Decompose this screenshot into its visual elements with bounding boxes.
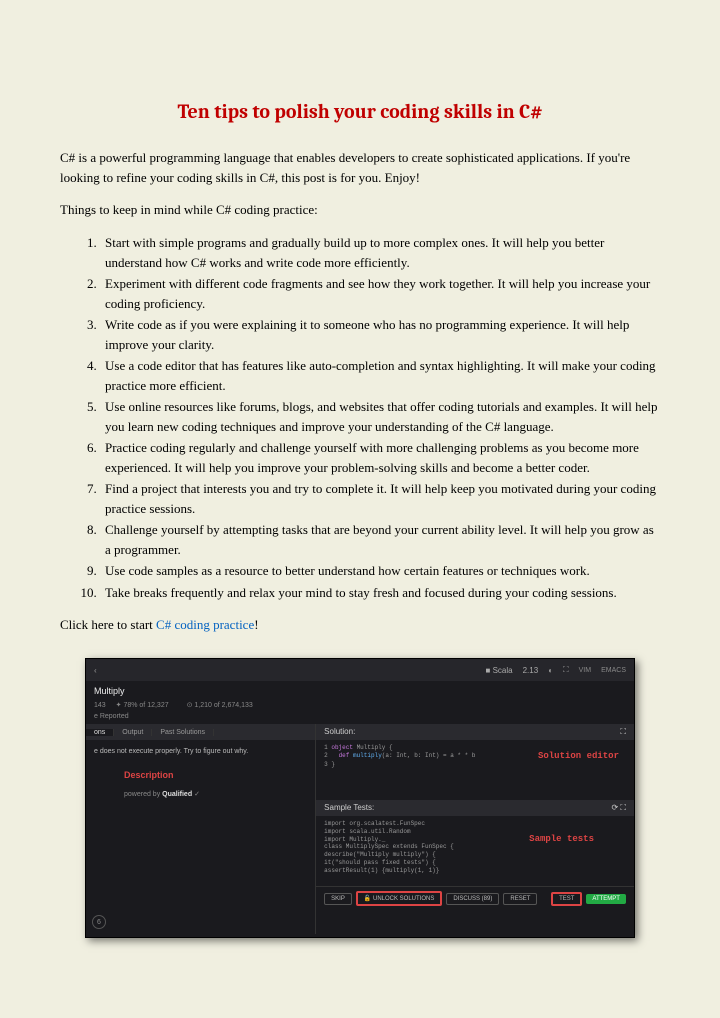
tip-item: Use online resources like forums, blogs,… — [100, 397, 660, 436]
tip-item: Take breaks frequently and relax your mi… — [100, 583, 660, 603]
percent-stat: ✦ 78% of 12,327 — [116, 702, 177, 709]
completions-stat: ⊙ 1,210 of 2,674,133 — [187, 702, 261, 709]
tab-output: Output — [114, 729, 152, 736]
cta-suffix: ! — [254, 617, 258, 632]
expand-icon: ⛶ — [620, 727, 626, 737]
unlock-solutions-button: 🔓 UNLOCK SOLUTIONS — [356, 891, 443, 906]
rank-stat: 143 — [94, 702, 106, 709]
sample-tests-header: Sample Tests: — [324, 803, 374, 813]
discuss-button: DISCUSS (89) — [446, 893, 499, 905]
tips-list: Start with simple programs and gradually… — [100, 233, 660, 602]
kyu-badge: 6 — [92, 915, 106, 929]
sample-tests-annotation: Sample tests — [529, 834, 594, 846]
controls-icons: ⟳ ⛶ — [611, 803, 626, 813]
code-line-1: 1 object Multiply { — [324, 744, 392, 751]
language-label: ■ Scala — [486, 666, 513, 675]
sample-line: describe("Multiply multiply") { — [324, 851, 626, 859]
emacs-mode: EMACS — [601, 667, 626, 674]
code-editor-screenshot: ‹ ■ Scala 2.13 ◐ ⛶ VIM EMACS Multiply 14… — [85, 658, 635, 938]
error-message: e does not execute properly. Try to figu… — [94, 748, 307, 755]
tip-item: Find a project that interests you and tr… — [100, 479, 660, 518]
description-annotation: Description — [124, 770, 307, 780]
tip-item: Experiment with different code fragments… — [100, 274, 660, 313]
moon-icon: ◐ — [548, 666, 553, 675]
page-title: Ten tips to polish your coding skills in… — [60, 100, 660, 123]
coding-practice-link[interactable]: C# coding practice — [156, 617, 254, 632]
reported-stat: e Reported — [94, 713, 129, 720]
tip-item: Use code samples as a resource to better… — [100, 561, 660, 581]
tip-item: Write code as if you were explaining it … — [100, 315, 660, 354]
solution-editor-annotation: Solution editor — [538, 750, 619, 763]
kata-title: Multiply — [94, 686, 125, 696]
intro-paragraph: C# is a powerful programming language th… — [60, 148, 660, 187]
list-heading: Things to keep in mind while C# coding p… — [60, 202, 660, 218]
sample-line: it("should pass fixed tests") { — [324, 859, 626, 867]
solution-code-area: 1 object Multiply { 2 def multiply(a: In… — [316, 740, 634, 800]
cta-prefix: Click here to start — [60, 617, 156, 632]
tab-instructions: ons — [86, 729, 114, 736]
skip-button: SKIP — [324, 893, 352, 905]
description-panel: ons Output Past Solutions e does not exe… — [86, 724, 316, 934]
attempt-button: ATTEMPT — [586, 894, 626, 904]
screenshot-topbar: ‹ ■ Scala 2.13 ◐ ⛶ VIM EMACS — [86, 659, 634, 681]
solution-header: Solution: — [324, 727, 355, 737]
sample-line: assertResult(1) {multiply(1, 1)} — [324, 867, 626, 875]
vim-mode: VIM — [579, 667, 591, 674]
powered-by-label: powered by Qualified ✓ — [124, 790, 307, 798]
version-label: 2.13 — [523, 666, 539, 675]
code-line-2: 2 def multiply(a: Int, b: Int) = a * * b — [324, 752, 475, 759]
sample-tests-code: import org.scalatest.FunSpec import scal… — [316, 816, 634, 886]
tip-item: Use a code editor that has features like… — [100, 356, 660, 395]
back-arrow-icon: ‹ — [94, 666, 97, 675]
tip-item: Challenge yourself by attempting tasks t… — [100, 520, 660, 559]
reset-button: RESET — [503, 893, 537, 905]
cta-line: Click here to start C# coding practice! — [60, 617, 660, 633]
action-bar: SKIP 🔓 UNLOCK SOLUTIONS DISCUSS (89) RES… — [316, 886, 634, 910]
code-line-3: 3 } — [324, 761, 335, 768]
tip-item: Start with simple programs and gradually… — [100, 233, 660, 272]
tip-item: Practice coding regularly and challenge … — [100, 438, 660, 477]
test-button: TEST — [551, 892, 582, 906]
expand-icon: ⛶ — [563, 665, 569, 675]
tab-past-solutions: Past Solutions — [152, 729, 214, 736]
sample-line: import org.scalatest.FunSpec — [324, 820, 626, 828]
